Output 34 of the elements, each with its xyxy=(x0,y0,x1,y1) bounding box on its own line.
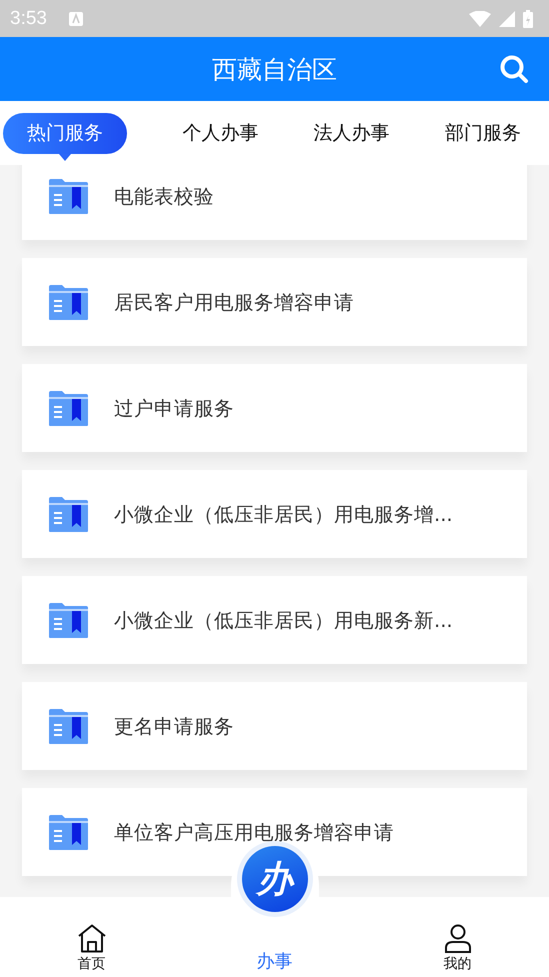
category-tab[interactable]: 法人办事 xyxy=(314,112,390,154)
home-icon[interactable] xyxy=(76,924,106,953)
folder-icon xyxy=(48,178,89,214)
folder-icon xyxy=(48,390,89,426)
service-card[interactable]: 过户申请服务 xyxy=(22,364,527,452)
folder-icon xyxy=(48,814,89,850)
notification-icon xyxy=(68,12,83,26)
category-tab[interactable]: 热门服务 xyxy=(3,112,127,154)
signal-icon xyxy=(499,10,515,26)
service-card[interactable]: 更名申请服务 xyxy=(22,682,527,770)
wifi-icon xyxy=(469,10,491,26)
search-icon[interactable] xyxy=(499,54,529,84)
service-name: 过户申请服务 xyxy=(114,396,234,422)
service-card[interactable]: 小微企业（低压非居民）用电服务新... xyxy=(22,576,527,664)
folder-icon xyxy=(48,284,89,320)
service-card[interactable]: 小微企业（低压非居民）用电服务增... xyxy=(22,470,527,558)
service-card[interactable]: 电能表校验 xyxy=(22,165,527,240)
nav-label[interactable]: 首页 xyxy=(78,955,106,973)
category-tab[interactable]: 部门服务 xyxy=(444,112,521,154)
battery-icon xyxy=(523,10,533,28)
service-card[interactable]: 居民客户用电服务增容申请 xyxy=(22,258,527,346)
service-name: 更名申请服务 xyxy=(114,714,234,740)
service-name: 电能表校验 xyxy=(114,184,214,210)
user-icon[interactable] xyxy=(444,924,470,953)
page-title: 西藏自治区 xyxy=(212,54,337,86)
folder-icon xyxy=(48,708,89,744)
nav-label[interactable]: 我的 xyxy=(444,955,472,973)
service-name: 小微企业（低压非居民）用电服务增... xyxy=(114,502,453,528)
folder-icon xyxy=(48,496,89,532)
service-name: 小微企业（低压非居民）用电服务新... xyxy=(114,608,453,634)
nav-label[interactable]: 办事 xyxy=(256,949,292,973)
folder-icon xyxy=(48,602,89,638)
service-name: 居民客户用电服务增容申请 xyxy=(114,290,354,316)
category-tab[interactable]: 个人办事 xyxy=(182,112,258,154)
